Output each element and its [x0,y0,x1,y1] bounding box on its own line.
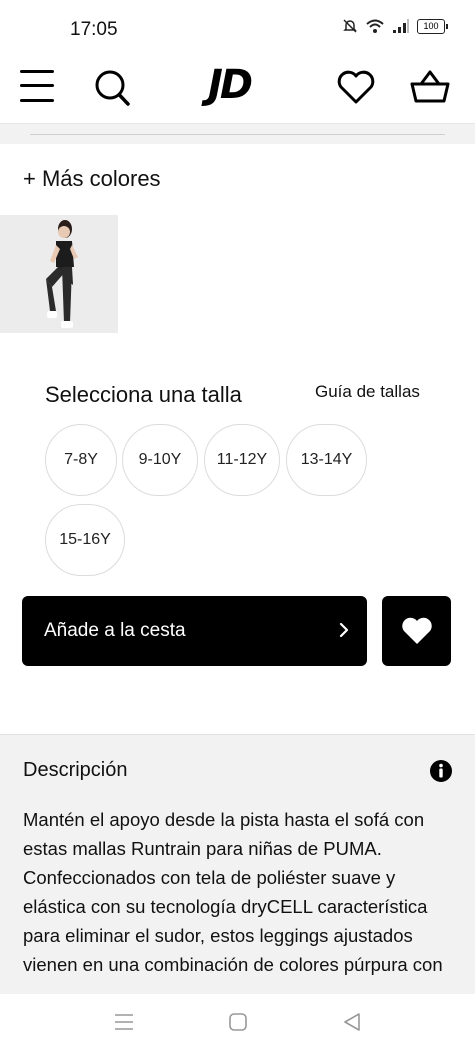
status-bar: 17:05 100 [0,0,475,58]
header: JD [0,58,475,124]
size-option[interactable]: 7-8Y [45,424,117,496]
signal-icon [393,19,409,33]
size-option[interactable]: 13-14Y [286,424,367,496]
description-text: Mantén el apoyo desde la pista hasta el … [23,809,443,975]
product-model-image [0,215,118,333]
add-to-wishlist-button[interactable] [382,596,451,666]
add-to-cart-label: Añade a la cesta [44,620,186,641]
size-guide-link[interactable]: Guía de tallas [315,382,420,402]
divider-strip [0,124,475,144]
recents-icon[interactable] [114,1012,134,1032]
heart-filled-icon [401,617,432,644]
heart-icon[interactable] [336,69,376,105]
menu-icon[interactable] [20,68,54,108]
chevron-right-icon [339,622,349,638]
wifi-icon [366,19,384,33]
size-option[interactable]: 11-12Y [204,424,280,496]
search-icon[interactable] [93,68,131,108]
description-panel: Descripción Mantén el apoyo desde la pis… [0,734,475,995]
color-variant-thumbnail[interactable] [0,215,118,333]
size-option[interactable]: 9-10Y [122,424,198,496]
size-option[interactable]: 15-16Y [45,504,125,576]
home-icon[interactable] [228,1012,248,1032]
add-to-cart-button[interactable]: Añade a la cesta [22,596,367,666]
size-section-title: Selecciona una talla [45,382,242,407]
battery-icon: 100 [417,18,448,34]
basket-icon[interactable] [410,68,450,104]
status-time: 17:05 [70,19,118,40]
bell-muted-icon [343,19,357,33]
system-navigation-bar [0,994,475,1056]
back-icon[interactable] [342,1012,362,1032]
info-icon[interactable] [429,759,453,783]
jd-logo[interactable]: JD [208,62,253,108]
more-colors-link[interactable]: + Más colores [23,166,161,192]
status-icons: 100 [342,18,448,34]
description-title: Descripción [23,759,128,781]
